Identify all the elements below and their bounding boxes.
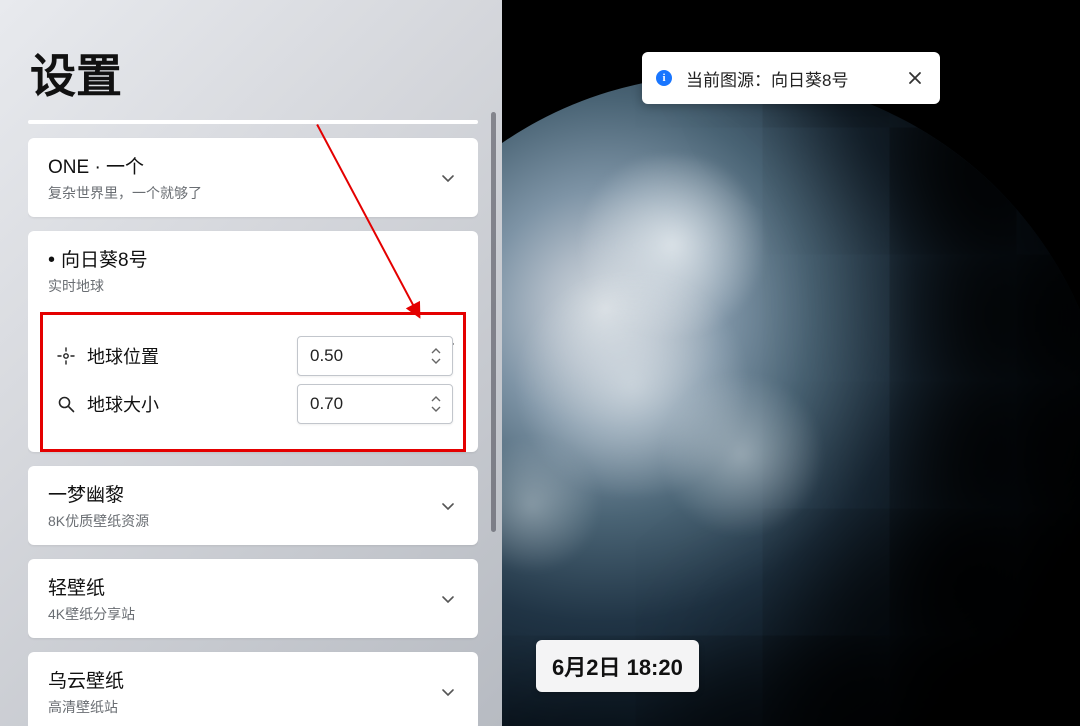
source-title: 向日葵8号 [48,245,458,272]
source-item-ymyl[interactable]: 一梦幽黎 8K优质壁纸资源 [28,466,478,545]
source-title: 轻壁纸 [48,573,458,600]
earth-position-label: 地球位置 [87,343,159,369]
earth-position-value: 0.50 [310,346,343,366]
earth-image [502,75,1080,726]
chevron-down-icon [440,170,456,186]
source-item-wuyun[interactable]: 乌云壁纸 高清壁纸站 [28,652,478,726]
current-source-toast: i 当前图源：向日葵8号 [642,52,940,104]
source-list: ONE · 一个 复杂世界里，一个就够了 向日葵8号 实时地球 [28,120,478,726]
crosshair-icon [53,346,79,366]
list-top-divider [28,120,478,124]
source-subtitle: 4K壁纸分享站 [48,604,458,624]
stepper-icon[interactable] [430,345,444,367]
source-subtitle: 实时地球 [48,276,458,296]
stepper-icon[interactable] [430,393,444,415]
info-icon: i [656,70,672,86]
source-item-qingbizhi[interactable]: 轻壁纸 4K壁纸分享站 [28,559,478,638]
chevron-down-icon [440,591,456,607]
source-item-one[interactable]: ONE · 一个 复杂世界里，一个就够了 [28,138,478,217]
himawari-settings-group: 地球位置 0.50 [40,312,466,452]
earth-size-input[interactable]: 0.70 [297,384,453,424]
scrollbar-thumb[interactable] [491,112,496,532]
close-icon[interactable] [906,69,924,87]
earth-size-label: 地球大小 [87,391,159,417]
page-title: 设置 [0,0,502,130]
source-title: ONE · 一个 [48,152,458,179]
settings-panel: 设置 ONE · 一个 复杂世界里，一个就够了 向日葵8号 实时地球 [0,0,502,726]
source-subtitle: 8K优质壁纸资源 [48,511,458,531]
setting-row-earth-size: 地球大小 0.70 [53,383,453,425]
magnifier-icon [53,394,79,414]
source-subtitle: 高清壁纸站 [48,697,458,717]
source-subtitle: 复杂世界里，一个就够了 [48,183,458,203]
chevron-down-icon [440,498,456,514]
source-item-himawari[interactable]: 向日葵8号 实时地球 地球位置 0.50 [28,231,478,452]
earth-size-value: 0.70 [310,394,343,414]
scrollbar[interactable] [491,112,496,710]
source-title: 乌云壁纸 [48,666,458,693]
setting-row-earth-position: 地球位置 0.50 [53,335,453,377]
wallpaper-preview: i 当前图源：向日葵8号 6月2日 18:20 [502,0,1080,726]
chevron-down-icon [440,684,456,700]
toast-text: 当前图源：向日葵8号 [686,66,848,91]
source-title: 一梦幽黎 [48,480,458,507]
earth-position-input[interactable]: 0.50 [297,336,453,376]
clock-badge: 6月2日 18:20 [536,640,699,692]
